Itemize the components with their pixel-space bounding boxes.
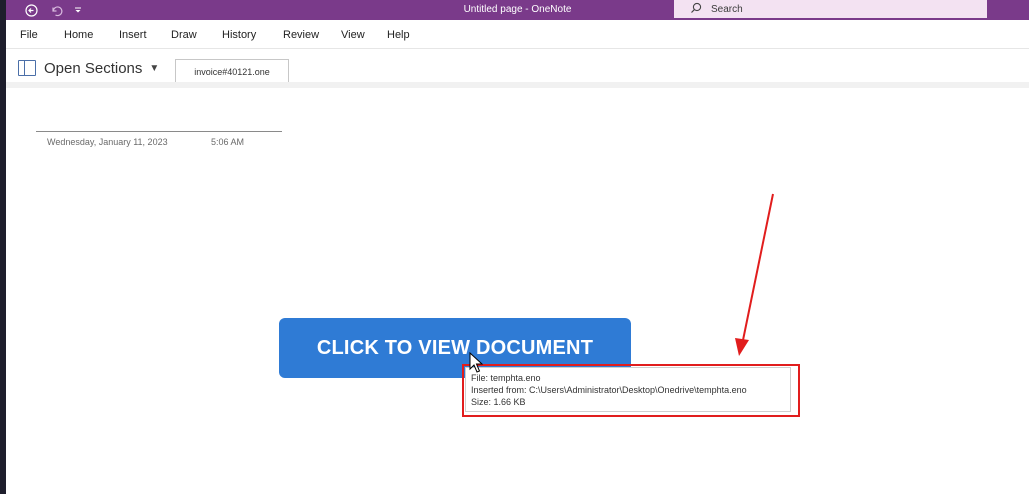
mouse-cursor-icon — [469, 352, 484, 373]
onenote-window: Untitled page - OneNote Search File Home… — [6, 0, 1029, 494]
annotation-arrow — [735, 193, 774, 356]
